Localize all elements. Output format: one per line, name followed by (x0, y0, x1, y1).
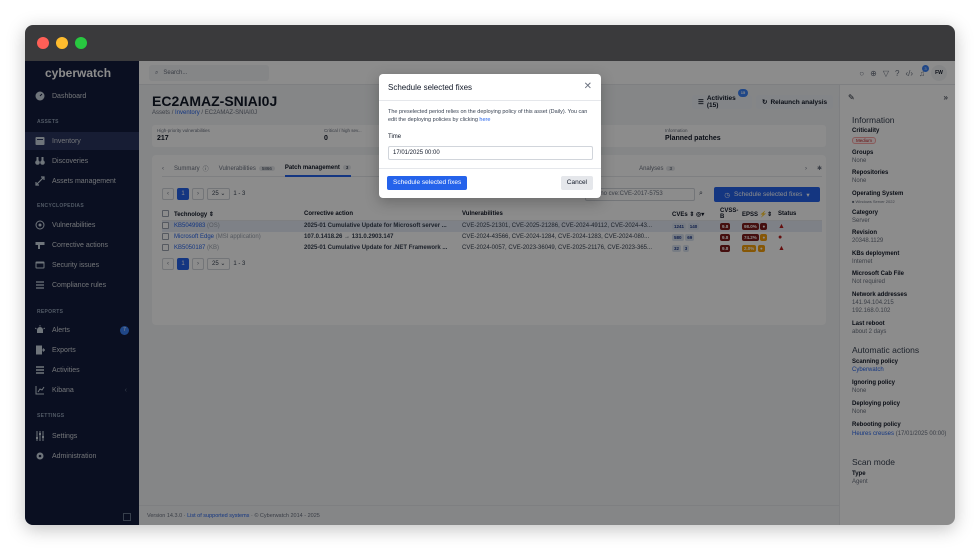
close-icon[interactable]: ✕ (584, 81, 592, 92)
schedule-fixes-modal: Schedule selected fixes ✕ The preselecte… (379, 74, 601, 198)
modal-description: The preselected period relies on the dep… (388, 109, 588, 123)
deploying-policies-link[interactable]: here (479, 117, 490, 123)
time-label: Time (388, 134, 402, 140)
modal-divider (379, 100, 601, 101)
close-window-button[interactable] (37, 37, 49, 49)
modal-title: Schedule selected fixes (388, 83, 473, 92)
minimize-window-button[interactable] (56, 37, 68, 49)
modal-divider (379, 168, 601, 169)
window-titlebar (25, 25, 955, 61)
maximize-window-button[interactable] (75, 37, 87, 49)
app-window: cyberwatch Dashboard ASSETS Inventory Di… (25, 25, 955, 525)
cancel-button[interactable]: Cancel (560, 176, 593, 190)
schedule-fixes-confirm-button[interactable]: Schedule selected fixes (387, 176, 468, 190)
time-input[interactable]: 17/01/2025 00:00 (388, 146, 593, 160)
